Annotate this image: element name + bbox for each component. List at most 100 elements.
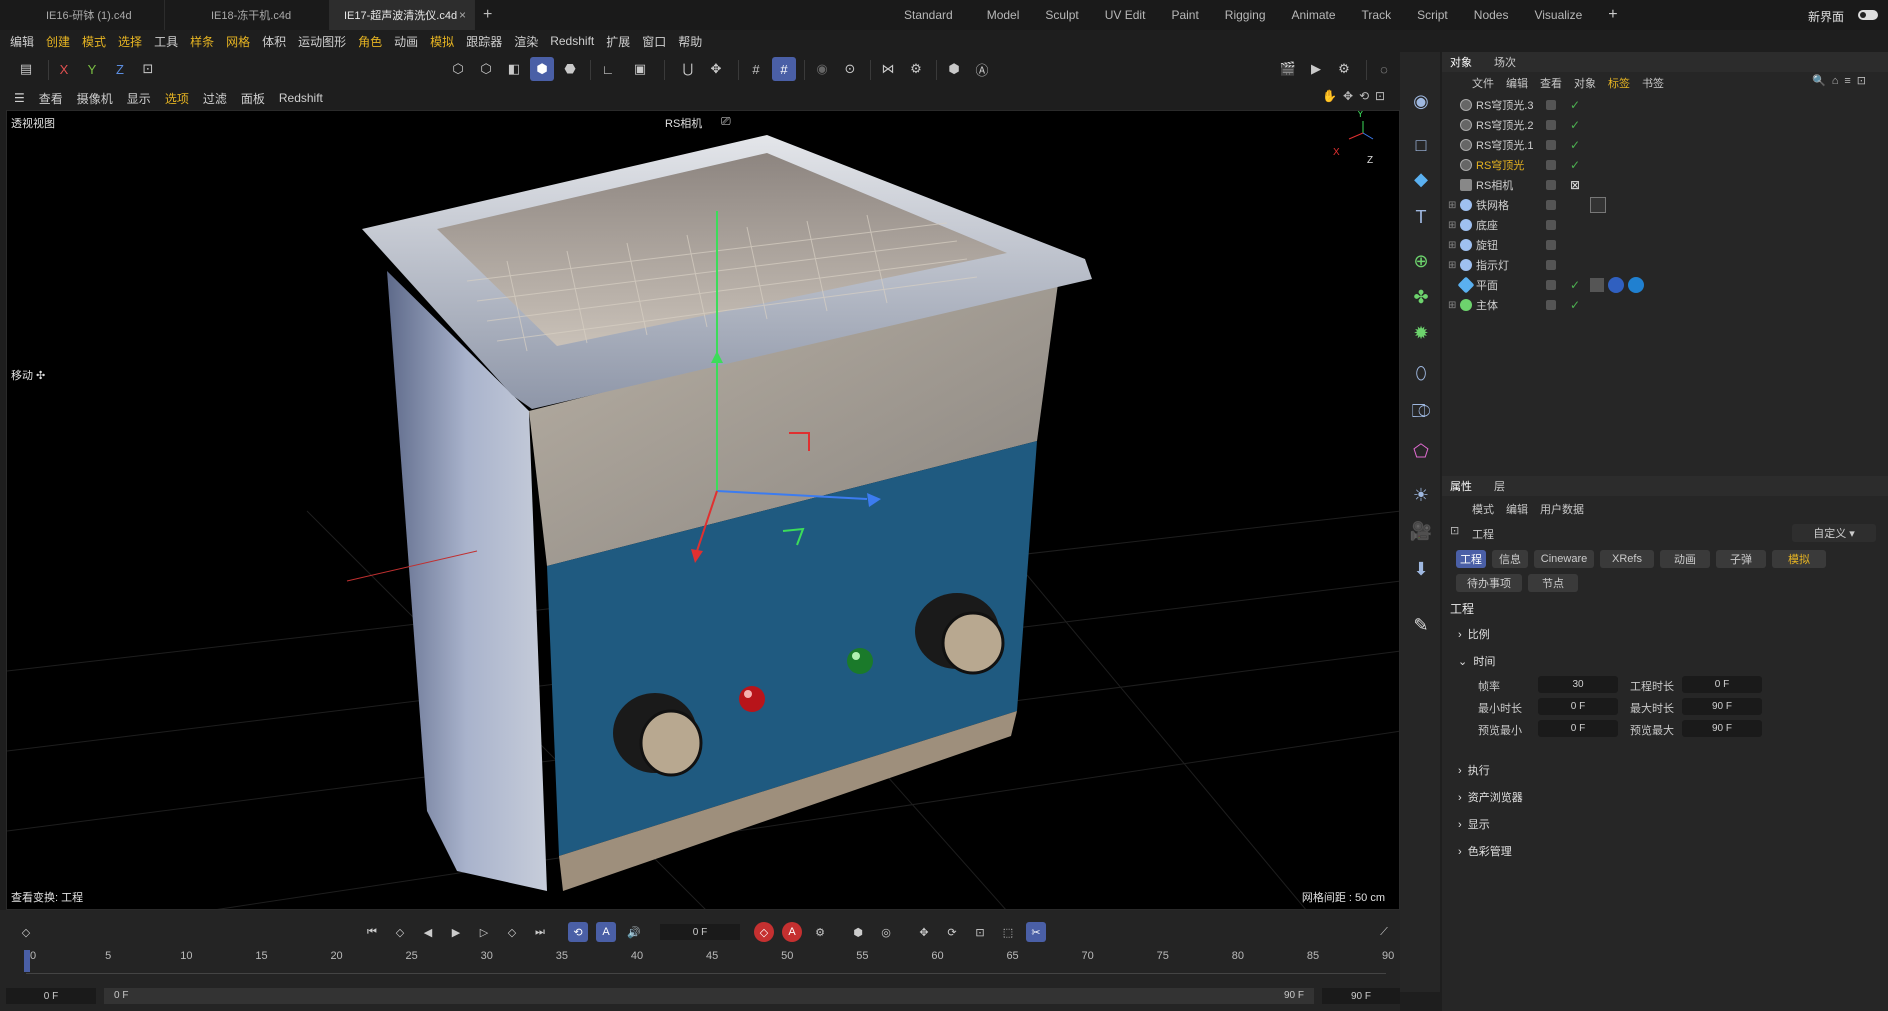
cloner-icon[interactable]: ✤ [1408,284,1434,310]
object-row[interactable]: ⊞ 主体 ✓ [1442,295,1888,315]
object-row[interactable]: RS穹顶光.1 ✓ [1442,135,1888,155]
section-color-management[interactable]: › 色彩管理 [1458,843,1512,859]
menu-help[interactable]: 帮助 [678,33,702,50]
objects-search-icons[interactable]: 🔍⌂≡⊡ [1812,74,1872,87]
add-layout-icon[interactable]: + [1608,6,1617,24]
next-frame-icon[interactable]: ▷ [474,922,494,942]
attr-menu-user-data[interactable]: 用户数据 [1540,501,1584,517]
menu-extensions[interactable]: 扩展 [606,33,630,50]
layout-model[interactable]: Model [987,8,1020,22]
object-row[interactable]: ⊞ 旋钮 [1442,235,1888,255]
camera-object-icon[interactable]: 🎥 [1408,518,1434,544]
sound-icon[interactable]: 🔊 [624,922,644,942]
visibility-toggle[interactable] [1546,200,1556,210]
prev-frame-icon[interactable]: ◀ [418,922,438,942]
enabled-check-icon[interactable]: ✓ [1570,278,1580,292]
object-row[interactable]: RS相机 ⊠ [1442,175,1888,195]
record-icon[interactable]: ◇ [754,922,774,942]
tab-bullet[interactable]: 子弹 [1716,550,1766,568]
redshift-ipr-icon[interactable]: Ⓐ [970,57,994,81]
field-icon[interactable]: ⎄ [1408,398,1434,424]
uv-mode-icon[interactable]: ⬣ [558,57,582,81]
menu-mesh[interactable]: 网格 [226,33,250,50]
tab-simulation[interactable]: 模拟 [1772,550,1826,568]
tab-animation[interactable]: 动画 [1660,550,1710,568]
grid-snap-active-icon[interactable]: # [772,57,796,81]
doc-tab[interactable]: IE16-研钵 (1).c4d [0,0,165,30]
grid-snap-icon[interactable]: # [744,57,768,81]
objects-menu-object[interactable]: 对象 [1574,75,1596,91]
tab-attributes[interactable]: 属性 [1450,478,1472,494]
loop-icon[interactable]: ⟲ [568,922,588,942]
rot-key-icon[interactable]: ⟳ [942,922,962,942]
menu-create[interactable]: 创建 [46,33,70,50]
expand-icon[interactable]: ⊞ [1448,300,1456,311]
doc-tab[interactable]: IE18-冻干机.c4d [165,0,330,30]
visibility-toggle[interactable] [1546,220,1556,230]
render-settings-clapper-icon[interactable]: ⚙ [1332,57,1356,81]
playback-mode-icon[interactable]: A [596,922,616,942]
layout-paint[interactable]: Paint [1171,8,1198,22]
axis-mode-icon[interactable]: ∟ [596,57,620,81]
preview-min-field[interactable]: 0 F [1538,720,1618,737]
max-time-field[interactable]: 90 F [1682,698,1762,715]
key-settings-icon[interactable]: ⚙ [810,922,830,942]
expand-icon[interactable]: ⊞ [1448,200,1456,211]
pos-key-icon[interactable]: ✥ [914,922,934,942]
layout-visualize[interactable]: Visualize [1534,8,1582,22]
material-sphere-icon[interactable] [1608,277,1624,293]
scale-key-icon[interactable]: ⊡ [970,922,990,942]
render-settings-icon[interactable]: ⊙ [838,57,862,81]
tab-objects[interactable]: 对象 [1450,54,1472,70]
visibility-toggle[interactable] [1546,280,1556,290]
section-execute[interactable]: › 执行 [1458,762,1490,778]
enabled-check-icon[interactable]: ✓ [1570,98,1580,112]
visibility-toggle[interactable] [1546,120,1556,130]
render-view-icon[interactable]: 🎬 [1276,57,1300,81]
add-tab-icon[interactable]: + [475,6,500,24]
object-row[interactable]: ⊞ 铁网格 [1442,195,1888,215]
enabled-check-icon[interactable]: ✓ [1570,118,1580,132]
axis-z-lock[interactable]: Z [108,57,132,81]
expand-icon[interactable]: ⊞ [1448,260,1456,271]
param-key-icon[interactable]: ⬚ [998,922,1018,942]
vp-menu-filter[interactable]: 过滤 [203,90,227,107]
tab-nodes[interactable]: 节点 [1528,574,1578,592]
live-selection-icon[interactable]: ◉ [1408,88,1434,114]
keyframe-icon[interactable]: ◇ [16,922,36,942]
edges-mode-icon[interactable]: ⬡ [474,57,498,81]
cloud-render-icon[interactable]: ◌ [1372,57,1396,81]
tab-todo[interactable]: 待办事项 [1456,574,1522,592]
current-frame-field[interactable]: 0 F [660,924,740,940]
polygons-mode-icon[interactable]: ◧ [502,57,526,81]
snap-icon[interactable]: ▣ [628,57,652,81]
menu-edit[interactable]: 编辑 [10,33,34,50]
viewport-nav-icons[interactable]: ✋✥⟲⊡ [1322,89,1391,103]
axis-y-lock[interactable]: Y [80,57,104,81]
objects-menu-edit[interactable]: 编辑 [1506,75,1528,91]
objects-menu-tags[interactable]: 标签 [1608,75,1630,91]
menu-volume[interactable]: 体积 [262,33,286,50]
section-scale[interactable]: › 比例 [1458,626,1490,642]
close-tab-icon[interactable]: × [459,8,466,22]
next-key-icon[interactable]: ◇ [502,922,522,942]
enabled-check-icon[interactable]: ✓ [1570,138,1580,152]
vp-menu-view[interactable]: 查看 [39,90,63,107]
attr-menu-edit[interactable]: 编辑 [1506,501,1528,517]
play-icon[interactable]: ▶ [446,922,466,942]
enabled-check-icon[interactable]: ✓ [1570,158,1580,172]
pla-key-icon[interactable]: ✂ [1026,922,1046,942]
expand-icon[interactable]: ⊞ [1448,240,1456,251]
menu-tools[interactable]: 工具 [154,33,178,50]
enabled-check-icon[interactable]: ✓ [1570,298,1580,312]
object-row[interactable]: 平面 ✓ [1442,275,1888,295]
doc-tab-active[interactable]: IE17-超声波清洗仪.c4d × [330,0,475,30]
prev-key-icon[interactable]: ◇ [390,922,410,942]
layout-uv-edit[interactable]: UV Edit [1105,8,1146,22]
vp-menu-panel[interactable]: 面板 [241,90,265,107]
new-ui-toggle[interactable] [1858,10,1878,20]
object-row[interactable]: RS穹顶光.2 ✓ [1442,115,1888,135]
objects-menu-view[interactable]: 查看 [1540,75,1562,91]
go-to-end-icon[interactable]: ⏭ [530,922,550,942]
tab-layers[interactable]: 层 [1494,478,1505,494]
